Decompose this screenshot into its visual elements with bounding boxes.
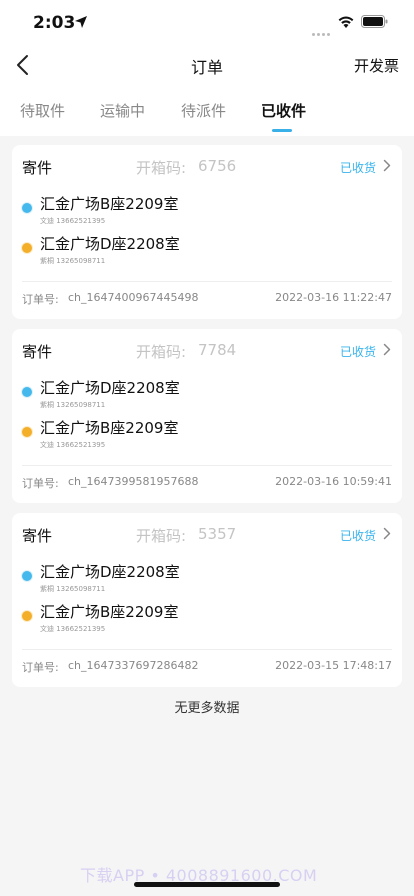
page-title: 订单 (190, 58, 223, 77)
box-code-value: 7784 (198, 341, 237, 359)
order-type: 寄件 (22, 343, 53, 361)
no-more-data-text: 无更多数据 (174, 701, 240, 716)
order-status[interactable]: 已收货 (340, 527, 376, 544)
order-time: 2022-03-15 17:48:17 (275, 659, 392, 672)
battery-icon (361, 15, 388, 28)
order-time: 2022-03-16 11:22:47 (275, 291, 392, 304)
sender-dot-icon (22, 203, 32, 213)
sender-location: 汇金广场D座2208室 (40, 379, 180, 397)
sender-contact: 紫桐 13265098711 (40, 401, 106, 409)
receiver-dot-icon (22, 611, 32, 621)
order-number: ch_1647400967445498 (68, 291, 199, 304)
receiver-location: 汇金广场B座2209室 (40, 603, 179, 621)
location-arrow-icon (75, 16, 87, 28)
box-code-label: 开箱码: (136, 159, 187, 177)
order-type: 寄件 (22, 527, 53, 545)
receiver-contact: 文迪 13662521395 (40, 625, 106, 633)
order-status[interactable]: 已收货 (340, 343, 376, 360)
receiver-location: 汇金广场B座2209室 (40, 419, 179, 437)
tab-pending-pickup[interactable]: 待取件 (20, 100, 65, 121)
card-divider (22, 465, 392, 466)
receiver-contact: 文迪 13662521395 (40, 441, 106, 449)
order-type: 寄件 (22, 159, 53, 177)
order-status[interactable]: 已收货 (340, 159, 376, 176)
home-indicator[interactable] (134, 882, 280, 887)
sender-dot-icon (22, 387, 32, 397)
order-number: ch_1647337697286482 (68, 659, 199, 672)
status-bar: 2:03 (0, 0, 414, 46)
order-number-label: 订单号: (22, 293, 59, 306)
box-code-value: 5357 (198, 525, 237, 543)
signal-icon (312, 21, 332, 40)
order-card[interactable]: 寄件 开箱码: 7784 已收货 汇金广场D座2208室 紫桐 13265098… (12, 329, 402, 503)
sender-location: 汇金广场B座2209室 (40, 195, 179, 213)
order-number-label: 订单号: (22, 477, 59, 490)
receiver-dot-icon (22, 243, 32, 253)
tab-in-transit[interactable]: 运输中 (100, 100, 145, 121)
wifi-icon (338, 16, 354, 28)
sender-dot-icon (22, 571, 32, 581)
card-divider (22, 281, 392, 282)
chevron-right-icon[interactable] (383, 527, 391, 540)
chevron-right-icon[interactable] (383, 343, 391, 356)
sender-location: 汇金广场D座2208室 (40, 563, 180, 581)
sender-contact: 紫桐 13265098711 (40, 585, 106, 593)
box-code-value: 6756 (198, 157, 237, 175)
receiver-contact: 紫桐 13265098711 (40, 257, 106, 265)
box-code-label: 开箱码: (136, 343, 187, 361)
sender-contact: 文迪 13662521395 (40, 217, 106, 225)
order-number-label: 订单号: (22, 661, 59, 674)
order-card[interactable]: 寄件 开箱码: 5357 已收货 汇金广场D座2208室 紫桐 13265098… (12, 513, 402, 687)
tab-bar: 待取件 运输中 待派件 已收件 (0, 86, 414, 136)
receiver-location: 汇金广场D座2208室 (40, 235, 180, 253)
order-time: 2022-03-16 10:59:41 (275, 475, 392, 488)
chevron-right-icon[interactable] (383, 159, 391, 172)
receiver-dot-icon (22, 427, 32, 437)
box-code-label: 开箱码: (136, 527, 187, 545)
nav-bar: 订单 开发票 (0, 46, 414, 86)
tab-pending-delivery[interactable]: 待派件 (181, 100, 226, 121)
status-time: 2:03 (33, 13, 76, 33)
order-number: ch_1647399581957688 (68, 475, 199, 488)
active-tab-indicator (272, 129, 292, 132)
tab-received[interactable]: 已收件 (261, 100, 306, 121)
card-divider (22, 649, 392, 650)
invoice-button[interactable]: 开发票 (354, 55, 399, 76)
order-card[interactable]: 寄件 开箱码: 6756 已收货 汇金广场B座2209室 文迪 13662521… (12, 145, 402, 319)
